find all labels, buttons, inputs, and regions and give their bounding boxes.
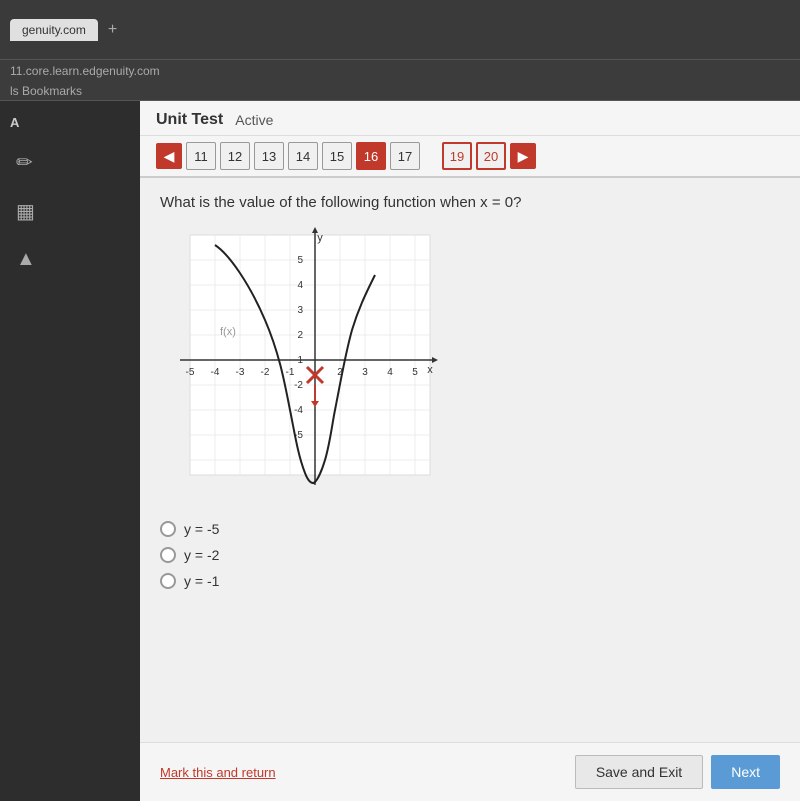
radio-2[interactable]	[160, 547, 176, 563]
calculator-icon[interactable]: ▦	[0, 191, 51, 232]
svg-text:-3: -3	[236, 367, 245, 378]
unit-test-title: Unit Test	[156, 111, 223, 129]
function-graph: -5 -4 -3 -2 -1 2 3 4 5 x 5 4 3 2 1 -2	[160, 225, 440, 505]
svg-text:-4: -4	[211, 367, 220, 378]
sidebar: A ✏ ▦ ▲	[0, 101, 140, 801]
svg-text:2: 2	[297, 330, 303, 341]
svg-text:4: 4	[387, 367, 393, 378]
unit-test-header: Unit Test Active	[140, 101, 800, 136]
svg-text:-2: -2	[294, 380, 303, 391]
svg-text:3: 3	[362, 367, 368, 378]
q-btn-20[interactable]: 20	[476, 142, 506, 170]
q-btn-14[interactable]: 14	[288, 142, 318, 170]
svg-text:5: 5	[297, 255, 303, 266]
svg-text:-5: -5	[186, 367, 195, 378]
tab-title: genuity.com	[22, 23, 86, 37]
radio-1[interactable]	[160, 521, 176, 537]
answer-options: y = -5 y = -2 y = -1	[160, 521, 780, 589]
svg-text:x: x	[427, 364, 433, 376]
browser-chrome: genuity.com +	[0, 0, 800, 60]
answer-option-3[interactable]: y = -1	[160, 573, 780, 589]
q-btn-12[interactable]: 12	[220, 142, 250, 170]
svg-text:f(x): f(x)	[220, 326, 236, 338]
content-panel: Unit Test Active ◀ 11 12 13 14 15 16 17 …	[140, 101, 800, 801]
question-text: What is the value of the following funct…	[160, 194, 780, 211]
q-btn-17[interactable]: 17	[390, 142, 420, 170]
question-nav: ◀ 11 12 13 14 15 16 17 19 20 ▶	[140, 136, 800, 178]
graph-container: -5 -4 -3 -2 -1 2 3 4 5 x 5 4 3 2 1 -2	[160, 225, 440, 505]
sidebar-label: A	[0, 111, 29, 134]
next-question-button[interactable]: ▶	[510, 143, 536, 169]
q-btn-19[interactable]: 19	[442, 142, 472, 170]
question-content: What is the value of the following funct…	[140, 178, 800, 742]
answer-option-2[interactable]: y = -2	[160, 547, 780, 563]
answer-option-1[interactable]: y = -5	[160, 521, 780, 537]
active-badge: Active	[235, 112, 273, 128]
answer-label-1: y = -5	[184, 521, 219, 537]
bookmarks-bar: ls Bookmarks	[0, 82, 800, 101]
q-btn-11[interactable]: 11	[186, 142, 216, 170]
address-bar[interactable]: 11.core.learn.edgenuity.com	[0, 60, 800, 82]
svg-text:-1: -1	[286, 367, 295, 378]
svg-text:y: y	[317, 232, 323, 244]
active-tab[interactable]: genuity.com	[10, 19, 98, 41]
pencil-icon[interactable]: ✏	[0, 142, 49, 183]
new-tab-button[interactable]: +	[102, 21, 123, 39]
svg-text:3: 3	[297, 305, 303, 316]
svg-text:1: 1	[297, 355, 303, 366]
next-button[interactable]: Next	[711, 755, 780, 789]
radio-3[interactable]	[160, 573, 176, 589]
mark-return-link[interactable]: Mark this and return	[160, 765, 276, 780]
svg-text:-4: -4	[294, 405, 303, 416]
answer-label-3: y = -1	[184, 573, 219, 589]
svg-text:4: 4	[297, 280, 303, 291]
q-btn-13[interactable]: 13	[254, 142, 284, 170]
tab-bar: genuity.com +	[10, 19, 123, 41]
main-area: A ✏ ▦ ▲ Unit Test Active ◀ 11 12 13 14 1…	[0, 101, 800, 801]
up-arrow-icon[interactable]: ▲	[0, 240, 52, 279]
q-btn-16[interactable]: 16	[356, 142, 386, 170]
q-btn-15[interactable]: 15	[322, 142, 352, 170]
svg-text:-2: -2	[261, 367, 270, 378]
save-exit-button[interactable]: Save and Exit	[575, 755, 703, 789]
answer-label-2: y = -2	[184, 547, 219, 563]
question-footer: Mark this and return Save and Exit Next	[140, 742, 800, 801]
prev-question-button[interactable]: ◀	[156, 143, 182, 169]
svg-text:5: 5	[412, 367, 418, 378]
